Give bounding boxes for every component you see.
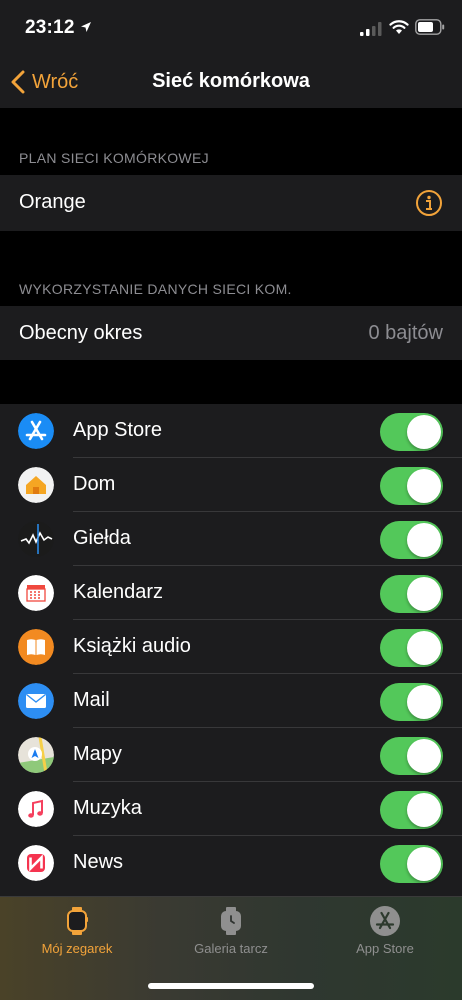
top-bar: 23:12 Wróć Sieć komórkowa — [0, 0, 462, 108]
list-item: News — [0, 836, 462, 890]
face-gallery-icon — [221, 907, 241, 935]
status-time: 23:12 — [25, 17, 75, 38]
carrier-cell[interactable]: Orange — [0, 175, 462, 231]
toggle-home[interactable] — [380, 467, 443, 505]
current-period-cell: Obecny okres 0 bajtów — [0, 306, 462, 360]
toggle-maps[interactable] — [380, 737, 443, 775]
toggle-knob — [407, 847, 441, 881]
toggle-knob — [407, 685, 441, 719]
tab-my-watch[interactable]: Mój zegarek — [0, 905, 154, 956]
status-bar: 23:12 — [0, 0, 462, 56]
info-icon[interactable] — [415, 189, 443, 217]
current-period-value: 0 bajtów — [368, 322, 444, 344]
page-title: Sieć komórkowa — [152, 70, 310, 92]
tab-app-store[interactable]: App Store — [308, 905, 462, 956]
mail-icon — [18, 683, 54, 719]
stocks-icon — [18, 521, 54, 557]
toggle-news[interactable] — [380, 845, 443, 883]
toggle-stocks[interactable] — [380, 521, 443, 559]
toggle-knob — [407, 577, 441, 611]
list-item: Muzyka — [0, 782, 462, 836]
watch-icon — [67, 907, 88, 935]
app-name: Dom — [73, 473, 116, 495]
tab-label: Galeria tarcz — [194, 941, 268, 956]
audiobooks-icon — [18, 629, 54, 665]
battery-icon — [415, 19, 445, 35]
carrier-name: Orange — [19, 191, 86, 213]
home-icon — [18, 467, 54, 503]
toggle-mail[interactable] — [380, 683, 443, 721]
toggle-knob — [407, 523, 441, 557]
cellular-signal-icon — [360, 22, 382, 36]
toggle-knob — [407, 739, 441, 773]
list-item: Mail — [0, 674, 462, 728]
app-name: Giełda — [73, 527, 131, 549]
calendar-icon — [18, 575, 54, 611]
usage-section-header: WYKORZYSTANIE DANYCH SIECI KOM. — [19, 281, 292, 297]
toggle-knob — [407, 631, 441, 665]
app-name: Muzyka — [73, 797, 142, 819]
app-name: Kalendarz — [73, 581, 164, 603]
list-item: Książki audio — [0, 620, 462, 674]
app-name: App Store — [73, 419, 162, 441]
wifi-icon — [389, 20, 409, 34]
toggle-music[interactable] — [380, 791, 443, 829]
news-icon — [18, 845, 54, 881]
toggle-app-store[interactable] — [380, 413, 443, 451]
app-cellular-list: App Store Dom Giełda Kalendarz Książki a… — [0, 404, 462, 896]
app-name: Mail — [73, 689, 110, 711]
tab-face-gallery[interactable]: Galeria tarcz — [154, 905, 308, 956]
plan-section-header: PLAN SIECI KOMÓRKOWEJ — [19, 150, 209, 166]
app-store-icon — [18, 413, 54, 449]
list-item: Kalendarz — [0, 566, 462, 620]
toggle-knob — [407, 415, 441, 449]
navigation-bar: Wróć Sieć komórkowa — [0, 56, 462, 108]
app-store-icon — [370, 906, 400, 936]
app-name: Książki audio — [73, 635, 191, 657]
toggle-audiobooks[interactable] — [380, 629, 443, 667]
toggle-calendar[interactable] — [380, 575, 443, 613]
tab-label: Mój zegarek — [41, 941, 113, 956]
list-item: Giełda — [0, 512, 462, 566]
location-arrow-icon — [81, 22, 91, 32]
list-item: App Store — [0, 404, 462, 458]
toggle-knob — [407, 469, 441, 503]
current-period-label: Obecny okres — [19, 322, 143, 344]
app-name: News — [73, 851, 124, 873]
home-indicator[interactable] — [148, 983, 314, 989]
maps-icon — [18, 737, 54, 773]
tab-label: App Store — [356, 941, 414, 956]
app-name: Mapy — [73, 743, 122, 765]
list-item: Dom — [0, 458, 462, 512]
music-icon — [18, 791, 54, 827]
toggle-knob — [407, 793, 441, 827]
list-item: Mapy — [0, 728, 462, 782]
